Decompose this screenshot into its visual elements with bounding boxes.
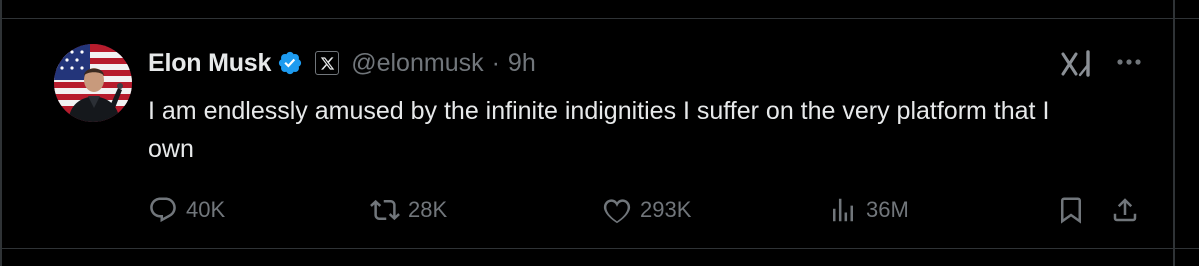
header-separator: · [491, 48, 500, 77]
share-icon [1113, 198, 1137, 222]
verified-badge-icon [279, 51, 302, 75]
column-border-right [1173, 0, 1175, 266]
avatar[interactable] [54, 44, 132, 122]
affiliation-badge[interactable] [315, 51, 340, 75]
views-count: 36M [866, 197, 909, 222]
more-icon[interactable] [1112, 52, 1146, 72]
grok-icon[interactable] [1060, 48, 1094, 80]
like-button[interactable]: 293K [602, 193, 691, 227]
column-border-left [0, 0, 2, 266]
tweet-text: I am endlessly amused by the infinite in… [148, 97, 1050, 163]
views-icon [833, 198, 853, 222]
heart-icon [603, 199, 631, 224]
handle[interactable]: @elonmusk [351, 49, 483, 78]
repost-count: 28K [408, 197, 448, 222]
views-button[interactable]: 36M [828, 193, 909, 227]
reply-count: 40K [186, 197, 226, 222]
divider-top [0, 18, 1199, 19]
reply-button[interactable]: 40K [148, 193, 225, 227]
display-name[interactable]: Elon Musk [148, 49, 271, 78]
bookmark-icon [1061, 197, 1081, 224]
repost-icon [370, 199, 400, 221]
share-button[interactable] [1110, 193, 1140, 227]
like-count: 293K [640, 197, 692, 222]
avatar-image [54, 44, 132, 122]
x-logo-icon [320, 56, 334, 70]
timestamp[interactable]: 9h [508, 49, 536, 78]
bookmark-button[interactable] [1056, 193, 1086, 227]
tweet-header: Elon Musk @elonmusk · 9h [148, 44, 536, 82]
repost-button[interactable]: 28K [370, 193, 447, 227]
reply-icon [150, 197, 176, 223]
divider-bottom [0, 248, 1199, 249]
